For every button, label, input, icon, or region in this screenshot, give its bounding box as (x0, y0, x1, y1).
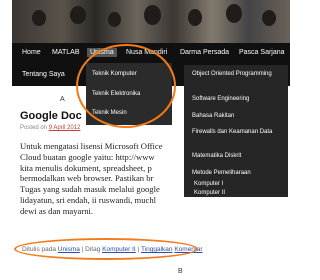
post-body-line: bermodalkan web browser. Pastikan br (20, 173, 154, 184)
post-title[interactable]: Google Doc (20, 110, 82, 122)
submenu-item-oop[interactable]: Object Oriented Programming (192, 71, 282, 78)
submenu-item-bahasa-rakitan[interactable]: Bahasa Rakitan (192, 113, 234, 120)
nav-tentang-saya[interactable]: Tentang Saya (22, 70, 65, 79)
post-body: Untuk mengatasi lisensi Microsoft Office… (20, 141, 188, 217)
post-body-line: Tugas yang sudah masuk melalui google (20, 184, 160, 195)
callout-ellipse-top (76, 44, 176, 128)
post-body-line: lidayatun, sri endah, ii ruswandi, muchl (20, 194, 157, 205)
post-meta: Posted on 9 April 2012 (20, 125, 80, 131)
submenu-item-matematika-diskrit[interactable]: Matematika Diskrit (192, 153, 241, 160)
submenu-teknik-komputer: Object Oriented Programming Software Eng… (184, 65, 288, 197)
submenu-item-firewalls[interactable]: Firewalls dan Keamanan Data (192, 129, 284, 136)
submenu-item-software-engineering[interactable]: Software Engineering (192, 96, 249, 103)
post-body-line: dewi as dan mayarni. (20, 205, 94, 216)
posted-label: Posted on (20, 125, 48, 131)
callout-ellipse-bottom (14, 238, 198, 260)
submenu-item-metode-pemeliharaan[interactable]: Metode Pemeliharaan (192, 170, 251, 177)
post-body-line: kita menulis dokument, spreadsheet, p (20, 162, 152, 173)
nav-darma-persada[interactable]: Darma Persada (180, 48, 229, 57)
nav-matlab[interactable]: MATLAB (52, 48, 80, 57)
submenu-item-komputer-1[interactable]: Komputer I (194, 181, 223, 188)
posted-date-link[interactable]: 9 April 2012 (49, 125, 81, 131)
post-body-line: Untuk mengatasi lisensi Microsoft Office (20, 141, 163, 151)
nav-home[interactable]: Home (22, 48, 41, 57)
post-body-line: Cloud buatan google yaitu: http://www (20, 151, 155, 162)
marker-b: B (178, 268, 183, 275)
nav-pasca-sarjana[interactable]: Pasca Sarjana (239, 48, 285, 57)
header-photo (12, 0, 290, 43)
submenu-item-komputer-2[interactable]: Komputer II (194, 190, 225, 197)
marker-a: A (60, 96, 65, 103)
